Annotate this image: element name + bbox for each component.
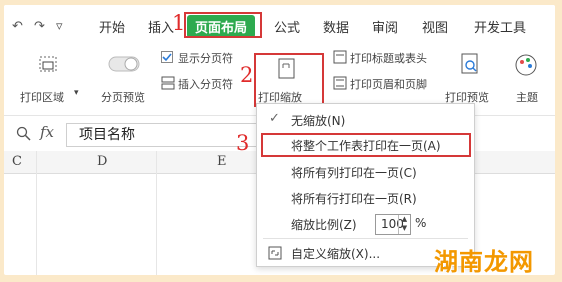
page-break-preview-button[interactable]: 分页预览 (101, 89, 145, 105)
app-window: ↶ ↷ ▿ 开始 插入 1 页面布局 公式 数据 审阅 视图 开发工具 打印区域… (4, 5, 555, 275)
checkbox-icon[interactable] (161, 51, 173, 63)
toggle-icon[interactable] (108, 55, 142, 73)
print-area-button[interactable]: 打印区域 (20, 89, 64, 105)
tab-data[interactable]: 数据 (323, 17, 349, 36)
column-header-d[interactable]: D (97, 154, 107, 169)
print-titles-button[interactable]: 打印标题或表头 (350, 50, 427, 66)
tab-insert[interactable]: 插入 (148, 17, 174, 36)
tab-bar: ↶ ↷ ▿ 开始 插入 1 页面布局 公式 数据 审阅 视图 开发工具 (4, 5, 555, 43)
grid-line (156, 151, 157, 275)
tab-home[interactable]: 开始 (99, 17, 125, 36)
menu-item-fit-sheet-one-page[interactable]: 将整个工作表打印在一页(A) (261, 133, 471, 157)
check-icon: ✓ (269, 111, 280, 126)
print-preview-icon (461, 53, 478, 74)
show-page-break-checkbox[interactable]: 显示分页符 (178, 50, 233, 66)
menu-item-fit-rows-one-page[interactable]: 将所有行打印在一页(R) (257, 186, 474, 210)
column-header-c[interactable]: C (12, 154, 22, 169)
tab-formulas[interactable]: 公式 (274, 17, 300, 36)
tab-view[interactable]: 视图 (422, 17, 448, 36)
zoom-label: 缩放比例(Z) (291, 218, 357, 232)
step-marker-2: 2 (240, 63, 254, 87)
print-scaling-icon (278, 58, 295, 79)
insert-page-break-icon (161, 76, 175, 90)
redo-icon[interactable]: ↷ (34, 19, 45, 34)
zoom-input[interactable]: 100 ▲ ▼ (375, 214, 411, 235)
theme-palette-icon (515, 54, 537, 76)
custom-scaling-icon (268, 246, 282, 260)
chevron-down-icon: ▾ (74, 88, 79, 98)
undo-icon[interactable]: ↶ (12, 19, 23, 34)
tab-developer[interactable]: 开发工具 (474, 17, 526, 36)
print-area-icon (39, 56, 57, 72)
fx-icon[interactable]: fx (40, 123, 54, 141)
zoom-stepper-icon[interactable]: ▲ ▼ (398, 215, 410, 234)
menu-item-zoom: 缩放比例(Z) 100 ▲ ▼ % (257, 212, 474, 236)
watermark-logo: 湖南龙网 (434, 248, 534, 275)
highlight-box-tab (184, 12, 262, 38)
step-marker-3: 3 (236, 131, 250, 155)
insert-page-break-button[interactable]: 插入分页符 (178, 76, 233, 92)
zoom-search-icon[interactable] (16, 126, 32, 142)
menu-divider (263, 238, 468, 239)
quick-access-more-icon[interactable]: ▿ (56, 19, 63, 34)
theme-button[interactable]: 主题 (516, 89, 538, 105)
menu-item-no-scaling[interactable]: ✓ 无缩放(N) (257, 108, 474, 132)
print-titles-icon (333, 50, 347, 64)
menu-item-fit-columns-one-page[interactable]: 将所有列打印在一页(C) (257, 160, 474, 184)
print-header-footer-button[interactable]: 打印页眉和页脚 (350, 76, 427, 92)
tab-review[interactable]: 审阅 (372, 17, 398, 36)
zoom-unit: % (415, 216, 427, 230)
column-header-e[interactable]: E (217, 154, 227, 169)
print-header-footer-icon (333, 76, 347, 90)
grid-line (36, 151, 37, 275)
